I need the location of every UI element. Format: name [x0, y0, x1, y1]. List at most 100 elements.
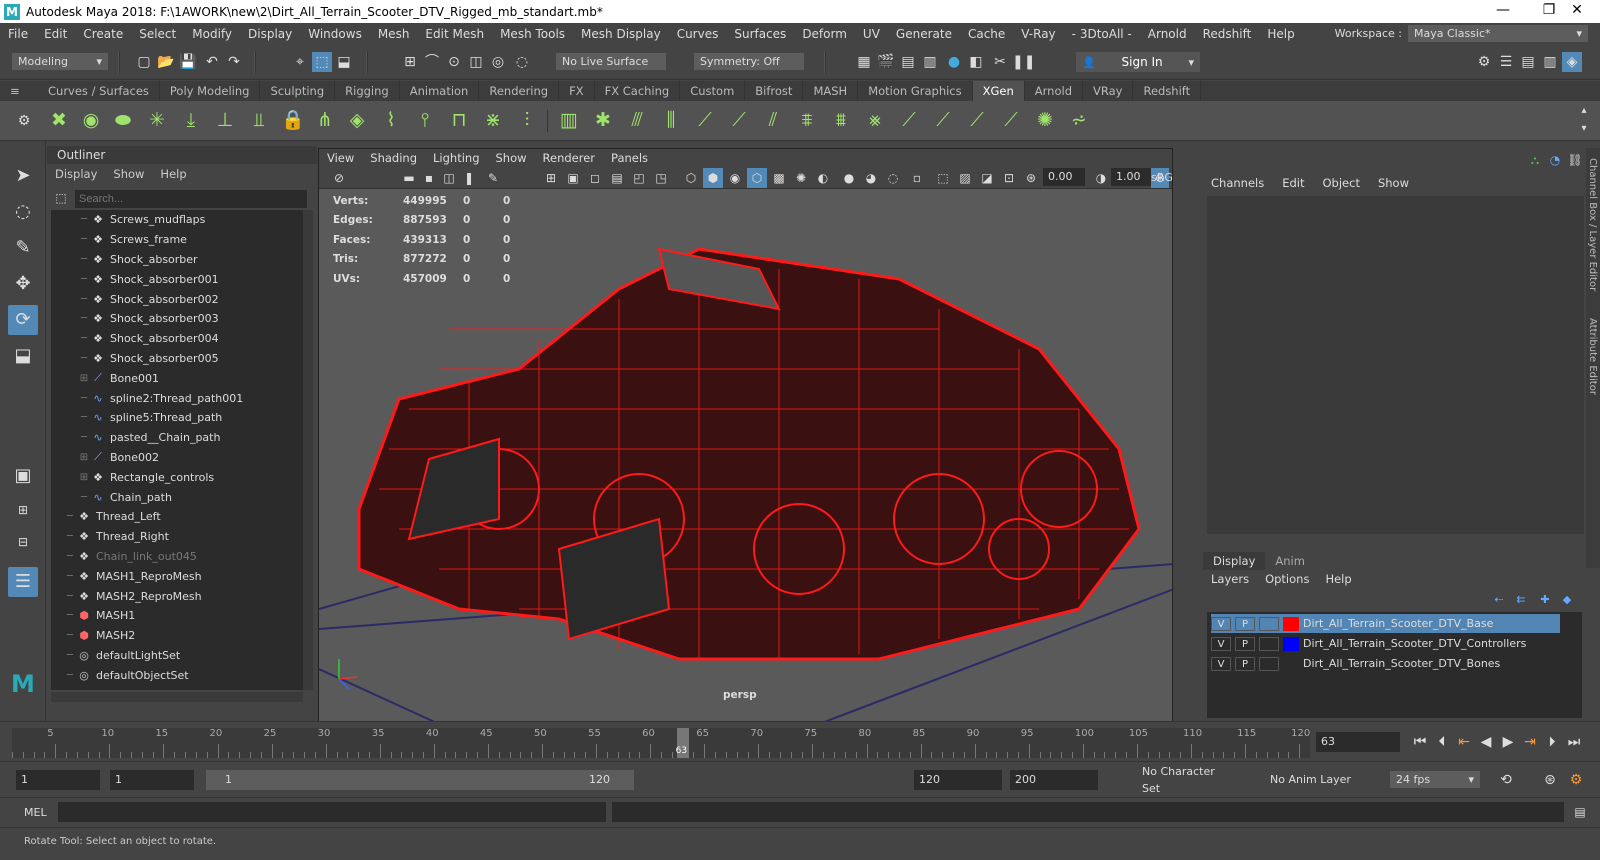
snap-grid-icon[interactable]: ⊞ — [400, 52, 420, 72]
anim-preferences-icon[interactable]: ⚙ — [1566, 770, 1586, 790]
step-forward-key-icon[interactable]: ⇥ — [1520, 732, 1540, 752]
menu-display[interactable]: Display — [240, 27, 300, 41]
go-to-start-icon[interactable]: ⏮ — [1410, 732, 1430, 752]
modeling-toolkit-icon[interactable]: ⚙ — [1474, 52, 1494, 72]
xgen-layer-icon[interactable]: ◈ — [344, 107, 370, 133]
tab-redshift[interactable]: Redshift — [1133, 81, 1202, 101]
viewport-menu-show[interactable]: Show — [488, 151, 535, 165]
camera-attributes-icon[interactable]: ▬ — [399, 168, 419, 188]
outliner-vertical-scrollbar[interactable] — [303, 210, 313, 690]
vray-render-icon[interactable]: ◧ — [966, 52, 986, 72]
command-input[interactable] — [58, 802, 606, 822]
gear-icon[interactable]: ⚙ — [14, 111, 34, 131]
xgen-groom-icon[interactable]: ✳ — [144, 107, 170, 133]
mode-dropdown[interactable]: Modeling ▾ — [12, 53, 108, 70]
go-to-end-icon[interactable]: ⏭ — [1564, 732, 1584, 752]
xgen-hair-icon[interactable]: ⋔ — [312, 107, 338, 133]
default-material-icon[interactable]: ◉ — [725, 168, 745, 188]
tab-xgen[interactable]: XGen — [972, 81, 1025, 101]
fps-dropdown[interactable]: 24 fps ▾ — [1390, 771, 1480, 788]
outliner-item[interactable]: ─ ❖ Shock_absorber — [51, 250, 303, 270]
xgen-freeze-icon[interactable]: ⫽ — [760, 107, 786, 133]
menu-mesh[interactable]: Mesh — [370, 27, 418, 41]
tab-display-layers[interactable]: Display — [1203, 552, 1266, 570]
play-forwards-icon[interactable]: ▶ — [1498, 732, 1518, 752]
viewport-menu-shading[interactable]: Shading — [362, 151, 425, 165]
xray-joints-icon[interactable]: ◪ — [977, 168, 997, 188]
anti-aliasing-icon[interactable]: ◌ — [883, 168, 903, 188]
rotate-tool-icon[interactable]: ⟳ — [8, 305, 38, 335]
tab-rigging[interactable]: Rigging — [335, 81, 400, 101]
attribute-editor-toggle-icon[interactable]: ☰ — [1496, 52, 1516, 72]
viewport-menu-renderer[interactable]: Renderer — [535, 151, 604, 165]
smooth-shade-icon[interactable]: ⬢ — [703, 168, 723, 188]
single-view-layout-icon[interactable]: ▣ — [8, 461, 38, 491]
step-back-key-icon[interactable]: ⇤ — [1454, 732, 1474, 752]
lasso-tool-icon[interactable]: ◌ — [8, 197, 38, 227]
save-scene-icon[interactable]: 💾 — [178, 52, 198, 72]
select-object-icon[interactable]: ⬚ — [312, 52, 332, 72]
outliner-menu-show[interactable]: Show — [113, 167, 144, 181]
layer-editor-toggle-icon[interactable]: ◈ — [1562, 52, 1582, 72]
wireframe-icon[interactable]: ⬡ — [681, 168, 701, 188]
time-ruler[interactable]: 5 10 15 20 25 30 35 40 45 50 55 60 65 70 75 80 85 90 95 100… — [12, 728, 1310, 758]
textured-icon[interactable]: ▩ — [769, 168, 789, 188]
layer-row[interactable]: V P Dirt_All_Terrain_Scooter_DTV_Base — [1211, 614, 1560, 633]
outliner-item[interactable]: ─ ∿ spline5:Thread_path — [51, 408, 303, 428]
xray-icon[interactable]: ⬚ — [933, 168, 953, 188]
grid-icon[interactable]: ⊞ — [541, 168, 561, 188]
menu-redshift[interactable]: Redshift — [1195, 27, 1260, 41]
menu-generate[interactable]: Generate — [888, 27, 960, 41]
snap-curve-icon[interactable]: ⌒ — [422, 52, 442, 72]
paint-select-tool-icon[interactable]: ✎ — [8, 233, 38, 263]
expand-icon[interactable]: ⊞ — [77, 373, 91, 384]
viewport-persp[interactable]: View Shading Lighting Show Renderer Pane… — [318, 148, 1173, 723]
layer-visibility-toggle[interactable]: V — [1211, 636, 1231, 651]
tab-attribute-editor[interactable]: Attribute Editor — [1587, 318, 1598, 395]
tab-curves-surfaces[interactable]: Curves / Surfaces — [38, 81, 160, 101]
xgen-length-icon[interactable]: ⫯ — [412, 107, 438, 133]
outliner-item[interactable]: ⊞ ⟋ Bone001 — [51, 368, 303, 388]
outliner-item[interactable]: ─ ❖ Thread_Left — [51, 507, 303, 527]
hypershade-icon[interactable]: ● — [944, 52, 964, 72]
outliner-item[interactable]: ─ ❖ MASH1_ReproMesh — [51, 566, 303, 586]
layer-row[interactable]: V P Dirt_All_Terrain_Scooter_DTV_Bones — [1211, 654, 1560, 673]
tab-custom[interactable]: Custom — [680, 81, 746, 101]
xgen-sculpt-icon[interactable]: ⫫ — [246, 107, 272, 133]
tool-settings-toggle-icon[interactable]: ▤ — [1518, 52, 1538, 72]
move-layer-down-icon[interactable]: ⇇ — [1511, 590, 1531, 610]
tab-rendering[interactable]: Rendering — [479, 81, 560, 101]
menu-edit-mesh[interactable]: Edit Mesh — [417, 27, 492, 41]
render-frame-icon[interactable]: 🎬 — [876, 52, 896, 72]
outliner-item[interactable]: ─ ❖ Shock_absorber002 — [51, 289, 303, 309]
tab-mash[interactable]: MASH — [803, 81, 859, 101]
outliner-item[interactable]: ─ ⬢ MASH1 — [51, 606, 303, 626]
scale-tool-icon[interactable]: ⬓ — [8, 341, 38, 371]
menu-surfaces[interactable]: Surfaces — [726, 27, 794, 41]
open-scene-icon[interactable]: 📂 — [156, 52, 176, 72]
layer-display-type-toggle[interactable] — [1259, 616, 1279, 631]
ambient-occlusion-icon[interactable]: ● — [839, 168, 859, 188]
layer-playback-toggle[interactable]: P — [1235, 616, 1255, 631]
outliner-item[interactable]: ─ ❖ Shock_absorber004 — [51, 329, 303, 349]
select-hierarchy-icon[interactable]: ⌖ — [290, 52, 310, 72]
channel-menu-channels[interactable]: Channels — [1211, 176, 1264, 190]
outliner-item[interactable]: ─ ❖ MASH2_ReproMesh — [51, 586, 303, 606]
tab-animation[interactable]: Animation — [400, 81, 480, 101]
playback-end-field[interactable]: 120 — [914, 770, 1002, 790]
render-view-icon[interactable]: ▦ — [854, 52, 874, 72]
layer-menu-help[interactable]: Help — [1325, 572, 1351, 586]
xgen-smooth-icon[interactable]: ⫼ — [658, 107, 684, 133]
pause-render-icon[interactable]: ❚❚ — [1012, 52, 1035, 72]
viewport-menu-view[interactable]: View — [319, 151, 362, 165]
move-tool-icon[interactable]: ✥ — [8, 269, 38, 299]
shelf-menu-icon[interactable]: ≡ — [0, 81, 20, 101]
channel-box-toggle-icon[interactable]: ▥ — [1540, 52, 1560, 72]
menu-select[interactable]: Select — [131, 27, 184, 41]
expand-icon[interactable]: ⊞ — [77, 452, 91, 463]
menu-edit[interactable]: Edit — [36, 27, 75, 41]
snap-point-icon[interactable]: ⊙ — [444, 52, 464, 72]
xgen-lock-icon[interactable]: 🔒 — [280, 107, 306, 133]
lights-icon[interactable]: ✺ — [791, 168, 811, 188]
exposure-icon[interactable]: ⊛ — [1021, 168, 1041, 188]
